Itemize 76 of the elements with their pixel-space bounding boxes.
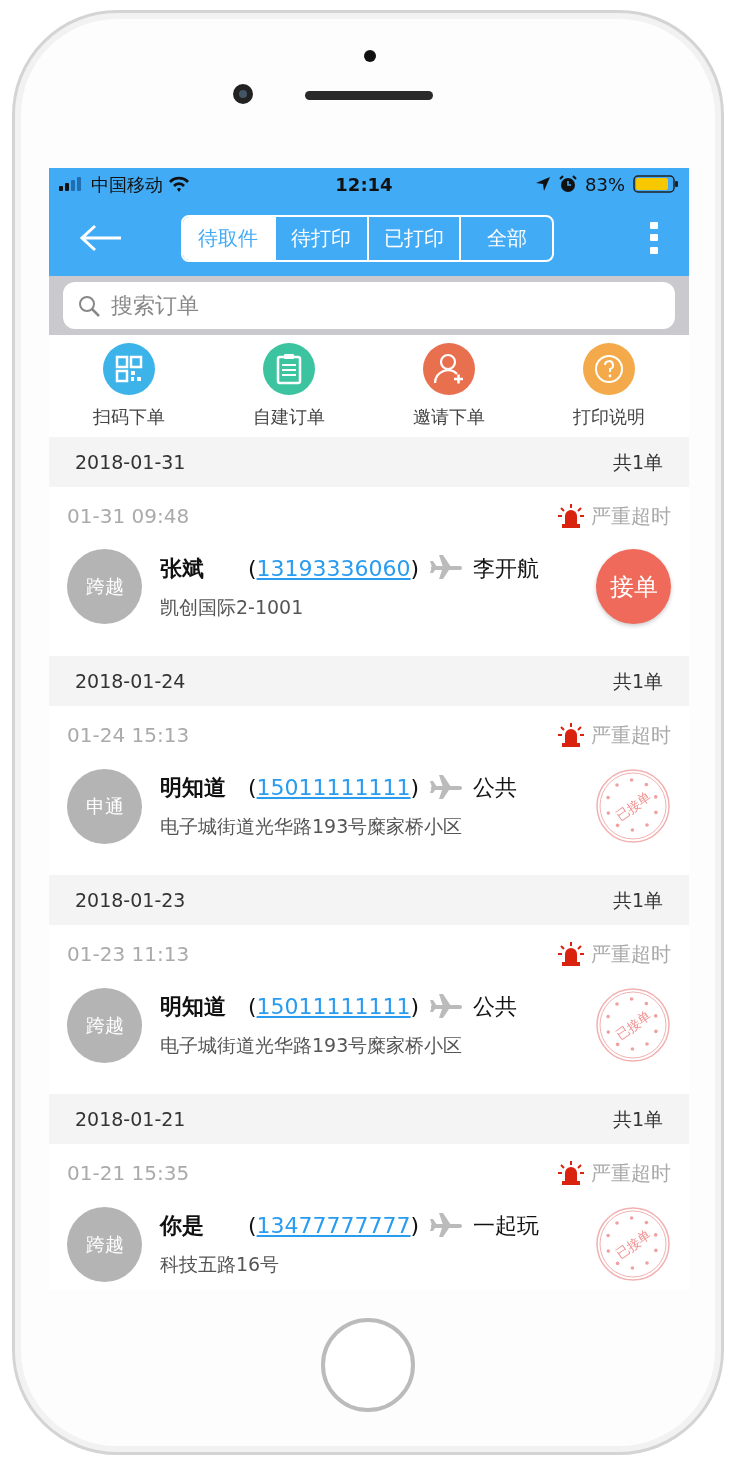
receiver-name: 公共 bbox=[473, 993, 518, 1022]
accept-button[interactable]: 接单 bbox=[596, 549, 671, 624]
date-label: 2018-01-21 bbox=[75, 1106, 186, 1132]
alarm-light-icon bbox=[557, 1160, 585, 1186]
parenthesis: ) bbox=[410, 1213, 420, 1239]
order-time: 01-23 11:13 bbox=[67, 941, 190, 968]
search-icon bbox=[77, 294, 101, 318]
shortcut-button[interactable]: 打印说明 bbox=[529, 335, 689, 437]
sensor bbox=[364, 50, 376, 62]
alert-text: 严重超时 bbox=[591, 503, 671, 530]
sender-name: 你是 bbox=[160, 1212, 205, 1241]
wifi-icon bbox=[167, 175, 191, 193]
shortcut-button[interactable]: 扫码下单 bbox=[49, 335, 209, 437]
parenthesis: ( bbox=[248, 994, 257, 1020]
address-text: 科技五路16号 bbox=[160, 1252, 281, 1278]
parenthesis: ) bbox=[410, 555, 420, 581]
phone-link[interactable]: 13477777777 bbox=[256, 1213, 411, 1239]
tab[interactable]: 已打印 bbox=[366, 216, 460, 260]
receiver-name: 公共 bbox=[473, 774, 518, 803]
order-count: 共1单 bbox=[612, 887, 663, 913]
carrier-name: 中国移动 bbox=[91, 172, 163, 197]
stamp-text: 已接单 bbox=[613, 1008, 654, 1043]
airplane-icon bbox=[429, 992, 464, 1021]
search-field[interactable]: 搜索订单 bbox=[63, 282, 675, 329]
courier-avatar: 跨越 bbox=[67, 987, 142, 1063]
order-time: 01-24 15:13 bbox=[67, 722, 190, 749]
order-count: 共1单 bbox=[612, 449, 663, 475]
address-text: 凯创国际2-1001 bbox=[160, 594, 305, 620]
airplane-icon bbox=[429, 1211, 464, 1240]
receiver-name: 李开航 bbox=[473, 554, 540, 583]
more-icon[interactable] bbox=[649, 221, 659, 255]
battery-icon bbox=[633, 174, 679, 194]
tab[interactable]: 待取件 bbox=[183, 216, 274, 260]
alert-text: 严重超时 bbox=[591, 1160, 671, 1187]
battery-percent: 83% bbox=[585, 172, 625, 197]
sender-name: 明知道 bbox=[160, 993, 227, 1022]
sender-name: 明知道 bbox=[160, 774, 227, 803]
receiver-name: 一起玩 bbox=[473, 1212, 540, 1241]
phone-link[interactable]: 15011111111 bbox=[256, 994, 411, 1020]
location-icon bbox=[535, 176, 551, 192]
shortcut-button[interactable]: 自建订单 bbox=[209, 335, 369, 437]
phone-link[interactable]: 13193336060 bbox=[256, 555, 411, 581]
alert-text: 严重超时 bbox=[591, 722, 671, 749]
alarm-light-icon bbox=[557, 503, 585, 529]
phone-link[interactable]: 15011111111 bbox=[256, 775, 411, 801]
date-label: 2018-01-31 bbox=[75, 449, 186, 475]
status-time: 12:14 bbox=[334, 172, 394, 197]
parenthesis: ) bbox=[410, 775, 420, 801]
back-arrow-icon[interactable] bbox=[79, 223, 123, 253]
courier-avatar: 跨越 bbox=[67, 1206, 142, 1282]
parenthesis: ( bbox=[248, 1213, 257, 1239]
address-text: 电子城街道光华路193号糜家桥小区 bbox=[160, 1033, 464, 1059]
shortcut-button[interactable]: 邀请下单 bbox=[369, 335, 529, 437]
order-time: 01-21 15:35 bbox=[67, 1160, 190, 1187]
address-text: 电子城街道光华路193号糜家桥小区 bbox=[160, 814, 464, 840]
order-time: 01-31 09:48 bbox=[67, 503, 190, 530]
airplane-icon bbox=[429, 773, 464, 802]
alarm-light-icon bbox=[557, 722, 585, 748]
parenthesis: ( bbox=[248, 555, 257, 581]
alert-text: 严重超时 bbox=[591, 941, 671, 968]
camera-icon bbox=[232, 83, 254, 105]
alarm-icon bbox=[559, 175, 577, 193]
stamp-text: 已接单 bbox=[613, 789, 654, 824]
stamp-text: 已接单 bbox=[613, 1227, 654, 1262]
order-count: 共1单 bbox=[612, 1106, 663, 1132]
alarm-light-icon bbox=[557, 941, 585, 967]
courier-avatar: 跨越 bbox=[67, 549, 142, 624]
date-label: 2018-01-24 bbox=[75, 668, 186, 694]
parenthesis: ( bbox=[248, 775, 257, 801]
date-label: 2018-01-23 bbox=[75, 887, 186, 913]
order-count: 共1单 bbox=[612, 668, 663, 694]
tab[interactable]: 全部 bbox=[459, 216, 552, 260]
courier-avatar: 申通 bbox=[67, 768, 142, 844]
tab[interactable]: 待打印 bbox=[273, 216, 367, 260]
parenthesis: ) bbox=[410, 994, 420, 1020]
sender-name: 张斌 bbox=[160, 554, 205, 583]
